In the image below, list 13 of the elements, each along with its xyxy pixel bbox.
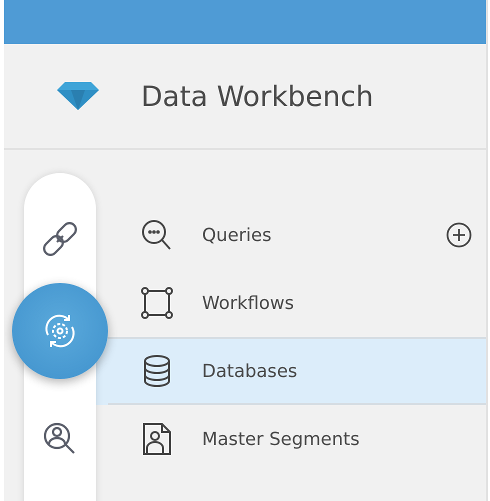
menu-item[interactable]: Master Segments <box>108 405 486 473</box>
diamond-logo-icon <box>57 82 99 110</box>
menu-label: Queries <box>202 224 273 246</box>
workflow-icon <box>139 286 175 320</box>
rail-button[interactable] <box>12 283 108 379</box>
link-icon <box>43 222 77 256</box>
menu-label: Master Segments <box>202 428 361 450</box>
add-icon[interactable] <box>446 222 472 248</box>
menu-item[interactable]: Workflows <box>108 269 486 337</box>
menu-label: Workflows <box>202 292 296 314</box>
app-title: Data Workbench <box>141 80 374 112</box>
menu-label: Databases <box>202 360 298 382</box>
menu-item[interactable]: Queries <box>108 201 486 269</box>
